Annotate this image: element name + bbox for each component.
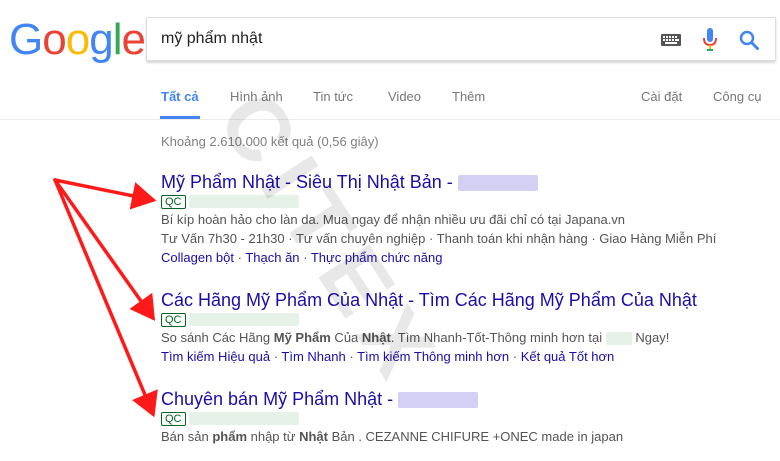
- sitelink[interactable]: Collagen bột: [161, 250, 234, 265]
- keyboard-icon[interactable]: [661, 34, 681, 46]
- search-box[interactable]: mỹ phẩm nhật: [146, 17, 776, 61]
- ad-url-line: QC: [161, 411, 761, 427]
- search-icon[interactable]: [739, 30, 759, 50]
- sitelink[interactable]: Tìm kiếm Hiệu quả: [161, 349, 270, 364]
- active-tab-indicator: [160, 116, 200, 119]
- logo-letter: o: [42, 15, 67, 64]
- arrow-to-ad-1: [53, 178, 157, 210]
- tab-settings[interactable]: Cài đặt: [641, 89, 682, 104]
- arrow-to-ad-2: [53, 178, 156, 321]
- ad-result-3: Chuyên bán Mỹ Phẩm Nhật - QC Bán sản phẩ…: [161, 388, 761, 446]
- ad-description: Bán sản phẩm nhập từ Nhật Bản . CEZANNE …: [161, 429, 624, 444]
- ad-title-link[interactable]: Chuyên bán Mỹ Phẩm Nhật -: [161, 388, 761, 410]
- tab-all[interactable]: Tất cả: [161, 89, 199, 104]
- microphone-icon[interactable]: [703, 28, 717, 52]
- logo-letter: e: [121, 15, 146, 64]
- redacted-url: [188, 313, 299, 327]
- logo-letter: G: [9, 15, 43, 64]
- google-logo[interactable]: Google: [9, 15, 146, 64]
- logo-letter: g: [89, 15, 114, 64]
- search-input[interactable]: mỹ phẩm nhật: [161, 30, 262, 48]
- sitelink[interactable]: Kết quả Tốt hơn: [521, 349, 615, 364]
- tab-news[interactable]: Tin tức: [313, 89, 353, 104]
- ad-result-2: Các Hãng Mỹ Phẩm Của Nhật - Tìm Các Hãng…: [161, 289, 761, 366]
- redacted-block: [457, 175, 538, 192]
- ad-url-line: QC: [161, 312, 761, 328]
- sitelink[interactable]: Tìm Nhanh: [281, 349, 345, 364]
- ad-description: So sánh Các Hãng Mỹ Phẩm Của Nhật. Tìm N…: [161, 330, 670, 346]
- search-tabs: Tất cả Hình ảnh Tin tức Video Thêm Cài đ…: [0, 70, 780, 120]
- ad-sitelinks: Collagen bột · Thạch ăn · Thực phẩm chức…: [161, 250, 443, 265]
- arrow-to-ad-3: [53, 178, 158, 418]
- redacted-block: [605, 332, 632, 346]
- tab-video[interactable]: Video: [388, 89, 421, 104]
- logo-letter: o: [65, 15, 91, 64]
- tab-tools[interactable]: Công cụ: [713, 89, 761, 104]
- redacted-url: [188, 412, 299, 426]
- ad-badge: QC: [161, 312, 186, 327]
- ad-badge: QC: [161, 194, 186, 209]
- ad-badge: QC: [161, 411, 186, 426]
- ad-description: Tư Vấn 7h30 - 21h30 · Tư vấn chuyên nghi…: [161, 231, 717, 246]
- tab-more[interactable]: Thêm: [452, 89, 485, 104]
- ad-title-link[interactable]: Các Hãng Mỹ Phẩm Của Nhật - Tìm Các Hãng…: [161, 289, 761, 311]
- ad-title-text: Chuyên bán Mỹ Phẩm Nhật -: [161, 389, 394, 409]
- redacted-block: [398, 392, 479, 409]
